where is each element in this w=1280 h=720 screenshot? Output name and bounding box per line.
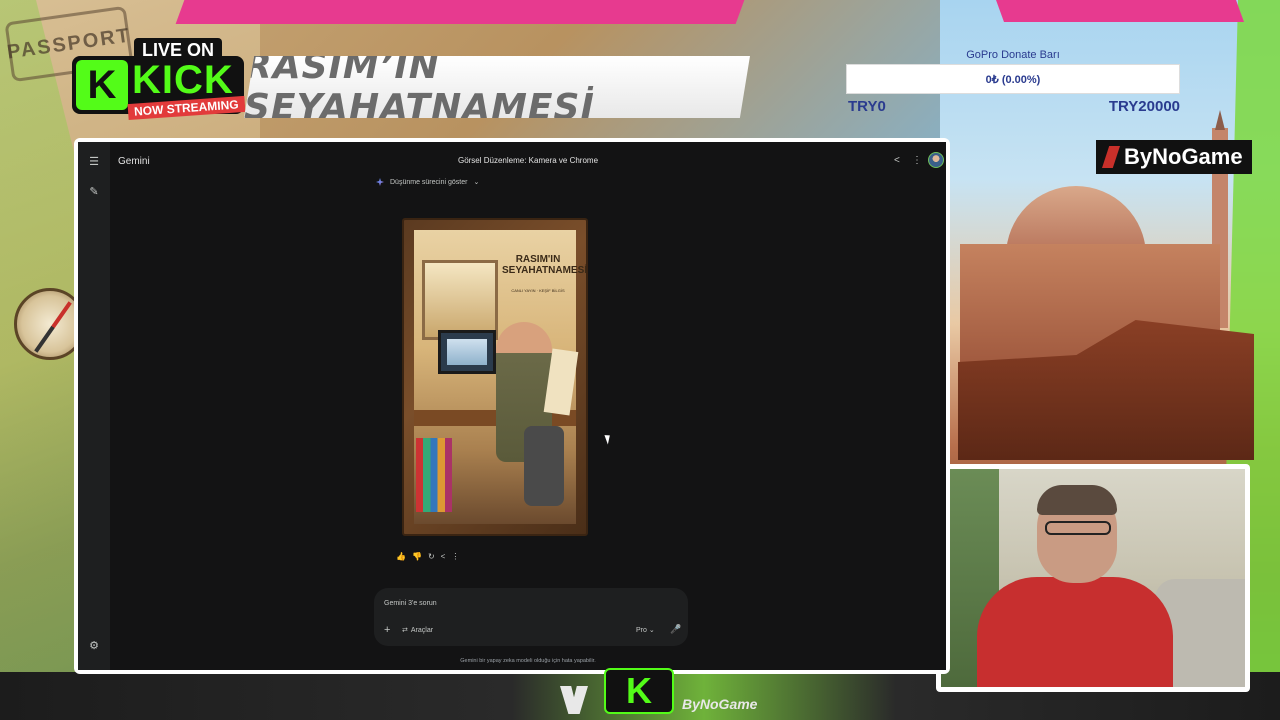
webcam-feed — [941, 469, 1245, 687]
gemini-spark-icon — [376, 178, 384, 186]
poster-window — [422, 260, 498, 340]
settings-icon[interactable]: ⚙ — [88, 640, 100, 652]
bynogame-wordmark: ByNoGame — [1124, 144, 1243, 169]
thinking-toggle-label: Düşünme sürecini göster — [390, 178, 468, 186]
mic-icon[interactable]: 🎤 — [670, 624, 681, 635]
bottom-kick-logo: K — [604, 668, 674, 714]
stream-title: RASIM’İN SEYAHATNAMESİ — [244, 46, 595, 128]
pink-band-top-right — [995, 0, 1245, 22]
model-chevron-icon: ⌄ — [648, 627, 655, 634]
browser-window: ☰ ✎ ⚙ Gemini Görsel Düzenleme: Kamera ve… — [74, 138, 950, 674]
side-rail: ☰ ✎ ⚙ — [78, 142, 110, 670]
generated-image[interactable]: RASIM'IN SEYAHATNAMESİ CANLI YAYIN · KEŞ… — [402, 218, 588, 536]
poster-subtitle: CANLI YAYIN · KEŞİF BİLGİS — [511, 288, 565, 293]
add-attachment-icon[interactable]: + — [384, 624, 390, 636]
bynogame-mark-icon — [1102, 146, 1120, 168]
donate-max-label: TRY20000 — [1108, 98, 1180, 115]
bottom-bynogame-logo: ByNoGame — [682, 696, 758, 712]
more-options-icon[interactable]: ⋮ — [912, 155, 922, 166]
tools-button[interactable]: ⇄ Araçlar — [402, 626, 434, 635]
regenerate-icon[interactable]: ↻ — [428, 552, 435, 561]
donate-widget: GoPro Donate Barı 0₺ (0.00%) TRY0 TRY200… — [846, 46, 1180, 116]
mouse-cursor — [604, 433, 613, 445]
kick-k-mark: K — [76, 60, 128, 110]
tools-label: Araçlar — [410, 626, 434, 634]
webcam-frame — [936, 464, 1250, 692]
model-selector[interactable]: Pro ⌄ — [636, 626, 655, 634]
tools-icon: ⇄ — [402, 627, 408, 634]
response-actions: 👍 👎 ↻ < ⋮ — [396, 552, 459, 561]
stream-title-banner: RASIM’İN SEYAHATNAMESİ — [244, 56, 750, 118]
donate-progress-bar: 0₺ (0.00%) — [846, 64, 1180, 94]
like-icon[interactable]: 👍 — [396, 552, 406, 561]
poster-title: RASIM'IN SEYAHATNAMESİ — [502, 254, 588, 276]
pink-band-top — [175, 0, 745, 24]
dislike-icon[interactable]: 👎 — [412, 552, 422, 561]
donate-min-label: TRY0 — [848, 98, 886, 115]
donate-title: GoPro Donate Barı — [966, 49, 1060, 61]
donate-progress-text: 0₺ (0.00%) — [985, 73, 1041, 86]
avatar[interactable] — [928, 152, 944, 168]
prompt-box[interactable]: Gemini 3'e sorun + ⇄ Araçlar Pro ⌄ 🎤 — [374, 588, 688, 646]
poster-monitor — [438, 330, 496, 374]
app-name[interactable]: Gemini — [118, 156, 150, 167]
menu-icon[interactable]: ☰ — [88, 156, 100, 168]
chevron-down-icon: ⌄ — [473, 179, 480, 186]
disclaimer: Gemini bir yapay zeka modeli olduğu için… — [460, 658, 596, 664]
thinking-toggle[interactable]: Düşünme sürecini göster ⌄ — [376, 178, 479, 186]
poster-books — [416, 438, 452, 512]
share-response-icon[interactable]: < — [441, 552, 446, 561]
share-icon[interactable]: < — [894, 155, 900, 166]
gemini-app: ☰ ✎ ⚙ Gemini Görsel Düzenleme: Kamera ve… — [78, 142, 946, 670]
model-label: Pro — [636, 627, 647, 634]
kick-wordmark: KICK — [132, 58, 234, 102]
new-chat-icon[interactable]: ✎ — [88, 186, 100, 198]
bynogame-logo: ByNoGame — [1096, 140, 1252, 174]
prompt-input[interactable]: Gemini 3'e sorun — [384, 600, 437, 607]
more-response-icon[interactable]: ⋮ — [451, 552, 459, 561]
conversation-title: Görsel Düzenleme: Kamera ve Chrome — [457, 156, 599, 165]
